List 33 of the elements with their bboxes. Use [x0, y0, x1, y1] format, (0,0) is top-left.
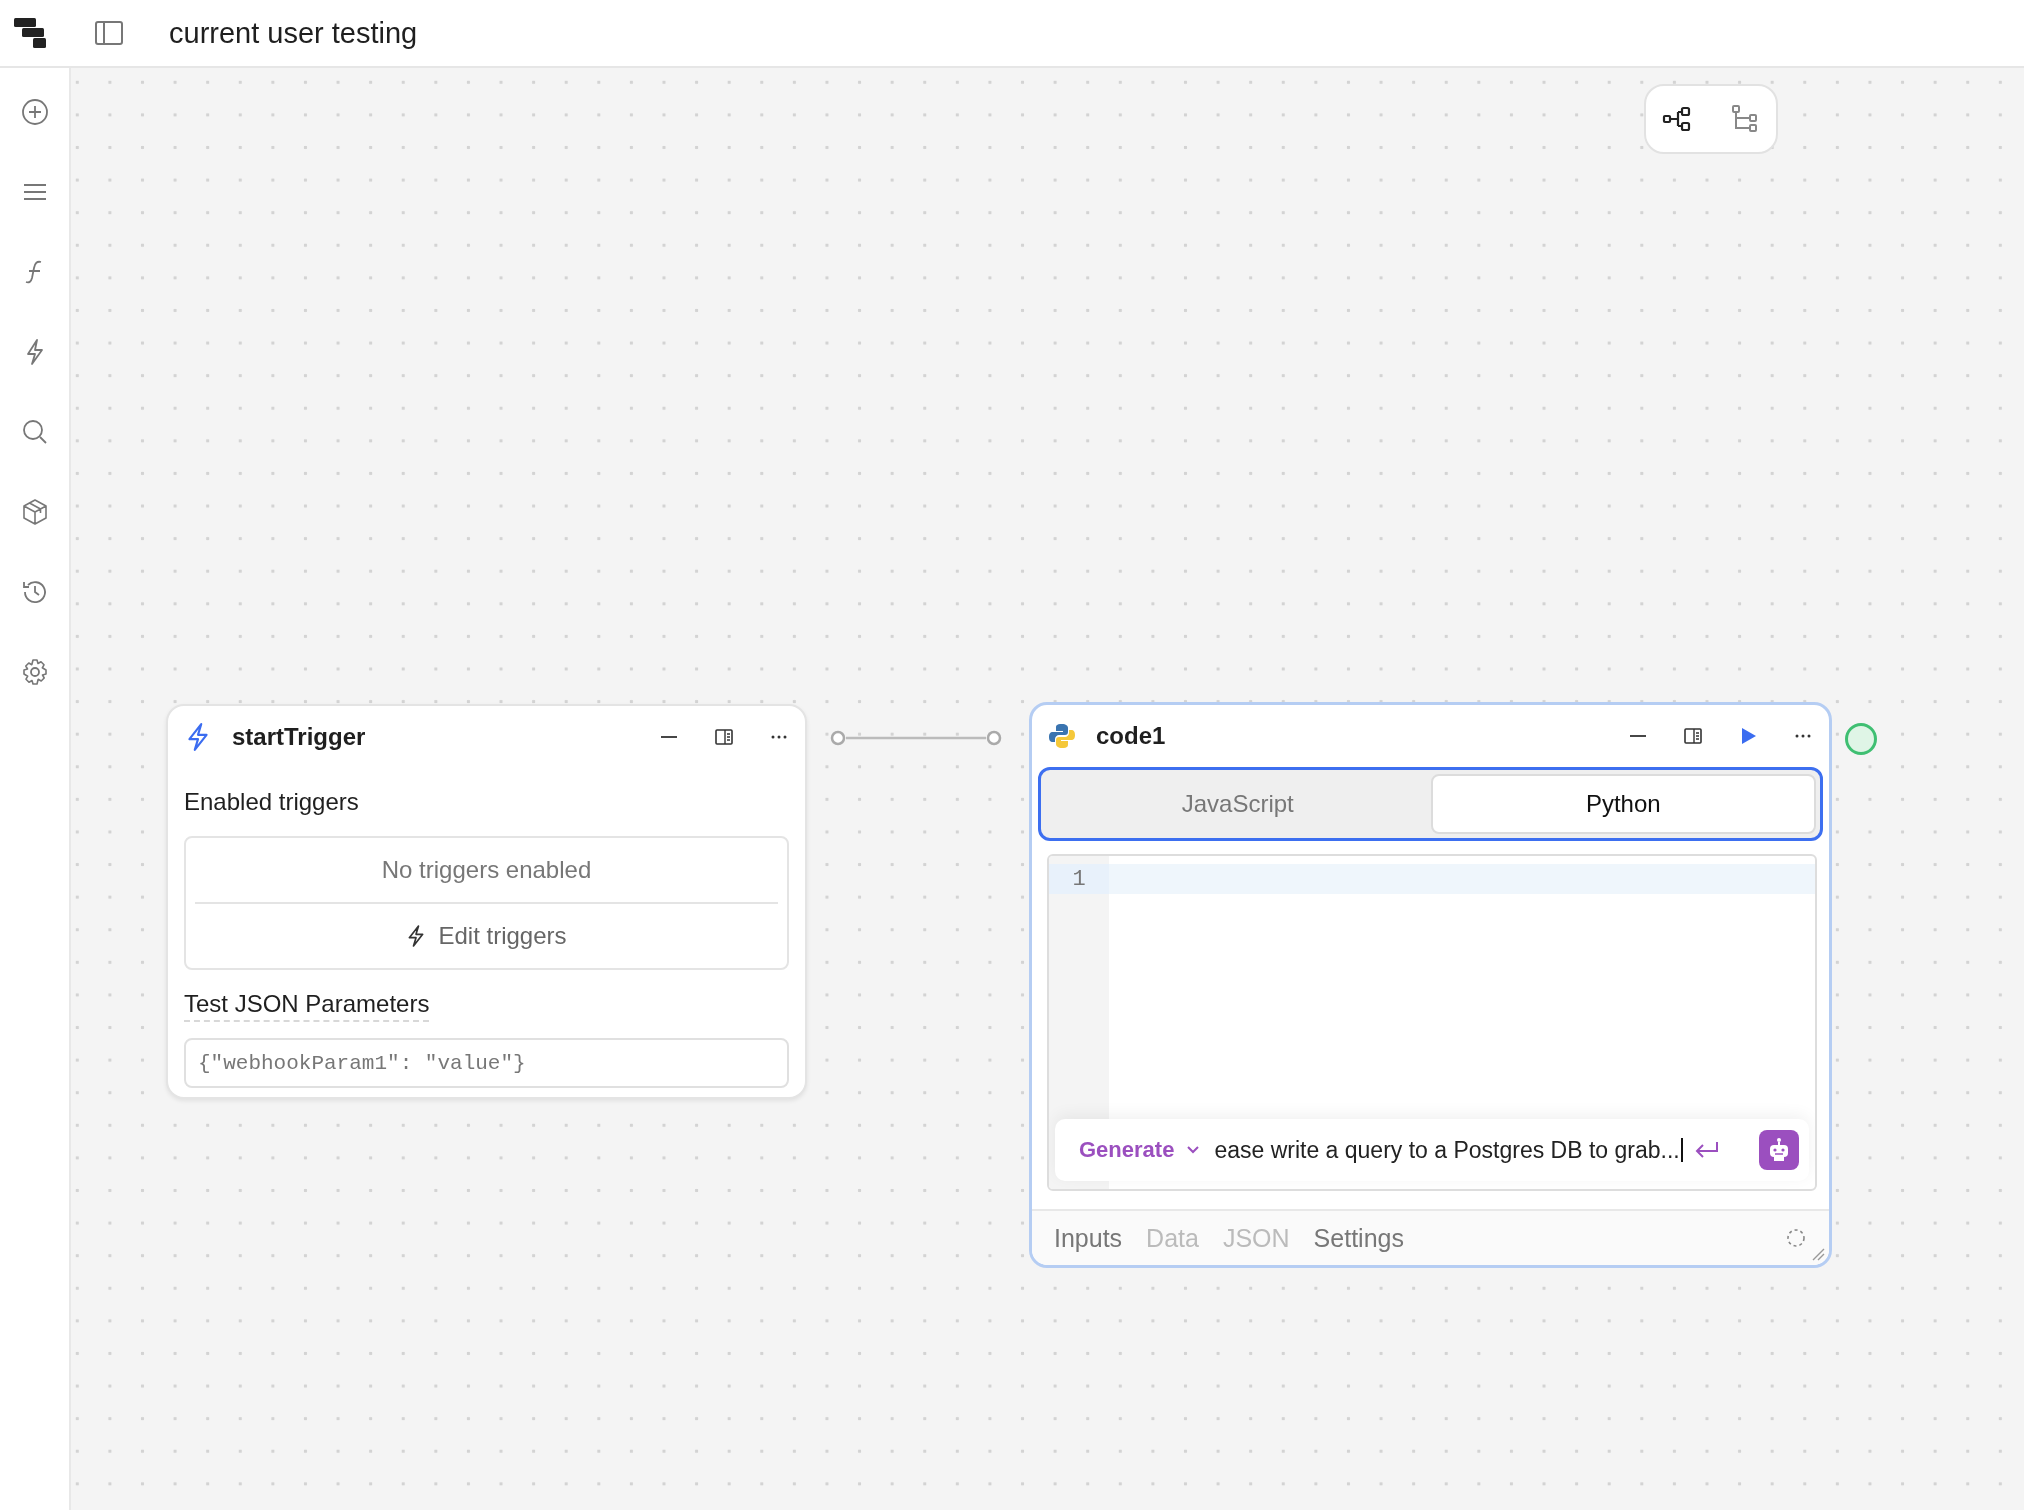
edit-triggers-button[interactable]: Edit triggers	[186, 904, 787, 968]
language-tab[interactable]: Python	[1430, 774, 1816, 834]
line-number: 1	[1072, 866, 1086, 892]
panel-icon[interactable]	[1683, 726, 1703, 746]
language-tab[interactable]: JavaScript	[1045, 774, 1431, 834]
add-icon[interactable]	[20, 98, 49, 126]
python-icon	[1048, 721, 1076, 751]
generate-dropdown[interactable]: Generate	[1079, 1137, 1201, 1163]
empty-message: No triggers enabled	[380, 855, 593, 885]
search-icon[interactable]	[20, 418, 49, 446]
status-indicator	[1845, 723, 1877, 755]
panel-tab[interactable]: Inputs	[1054, 1223, 1123, 1253]
loading-icon	[1785, 1227, 1807, 1249]
robot-button[interactable]	[1759, 1130, 1799, 1170]
section-label: Enabled triggers	[184, 788, 360, 816]
panel-icon[interactable]	[714, 727, 734, 747]
resize-handle-icon[interactable]	[1811, 1247, 1825, 1261]
logo-icon[interactable]	[13, 15, 49, 51]
node-title: startTrigger	[232, 723, 366, 751]
vertical-layout-icon[interactable]	[1730, 104, 1760, 134]
prompt-field[interactable]: ease write a query to a Postgres DB to grab...	[1214, 1136, 1683, 1164]
params-label: Test JSON Parameters	[184, 990, 430, 1022]
chevron-down-icon	[1186, 1145, 1201, 1155]
code-editor[interactable]: 1 Generate ease write a query to a Postgres DB to grab...	[1047, 854, 1817, 1191]
box-icon[interactable]	[20, 498, 49, 526]
sidebar-toggle-icon[interactable]	[95, 21, 123, 45]
params-field[interactable]: {"webhookParam1": "value"}	[184, 1038, 789, 1088]
settings-icon[interactable]	[20, 658, 49, 686]
horizontal-layout-icon[interactable]	[1662, 104, 1692, 134]
history-icon[interactable]	[20, 578, 49, 606]
workflow-title: current user testing	[169, 16, 418, 50]
panel-tab[interactable]: Settings	[1313, 1223, 1404, 1253]
node-title: code1	[1096, 722, 1166, 750]
